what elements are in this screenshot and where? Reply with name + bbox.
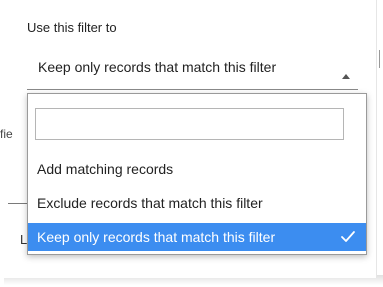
option-exclude-records[interactable]: Exclude records that match this filter: [28, 189, 366, 217]
option-label: Add matching records: [37, 161, 174, 177]
dropdown-search-input[interactable]: [35, 108, 344, 140]
filter-mode-select[interactable]: Keep only records that match this filter: [27, 50, 358, 90]
adjacent-field-edge: [379, 50, 383, 68]
option-keep-only-records[interactable]: Keep only records that match this filter: [28, 223, 366, 251]
filter-settings-panel: Use this filter to Keep only records tha…: [0, 0, 383, 287]
option-add-matching-records[interactable]: Add matching records: [28, 155, 366, 183]
caret-up-icon: [342, 74, 350, 79]
background-partial-text: fie: [0, 127, 13, 141]
filter-mode-label: Use this filter to: [27, 20, 117, 35]
filter-mode-selected-value: Keep only records that match this filter: [38, 59, 277, 75]
option-label: Exclude records that match this filter: [37, 195, 263, 211]
filter-mode-dropdown: Add matching records Exclude records tha…: [27, 93, 367, 255]
panel: Use this filter to Keep only records tha…: [0, 0, 380, 278]
option-label: Keep only records that match this filter: [37, 229, 276, 245]
checkmark-icon: [341, 231, 355, 242]
